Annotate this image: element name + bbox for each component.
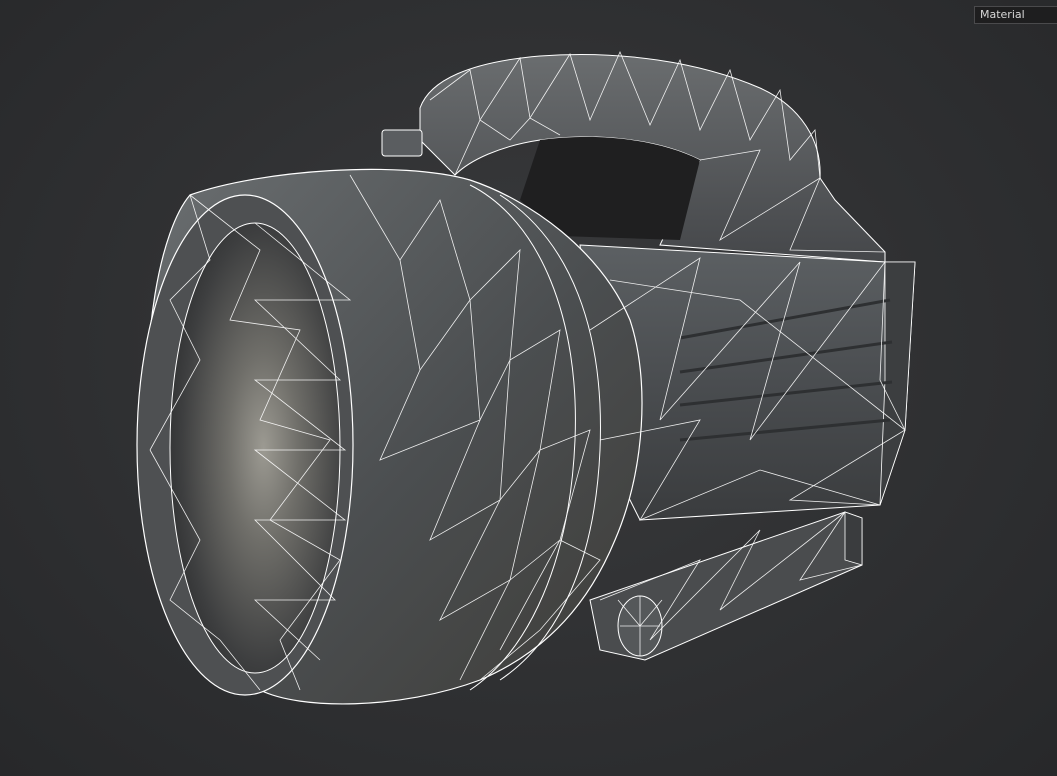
material-dropdown[interactable]: Material (974, 6, 1057, 24)
flashlight-model[interactable] (0, 0, 1057, 776)
3d-viewport[interactable] (0, 0, 1057, 776)
bottom-mount (589, 511, 863, 661)
